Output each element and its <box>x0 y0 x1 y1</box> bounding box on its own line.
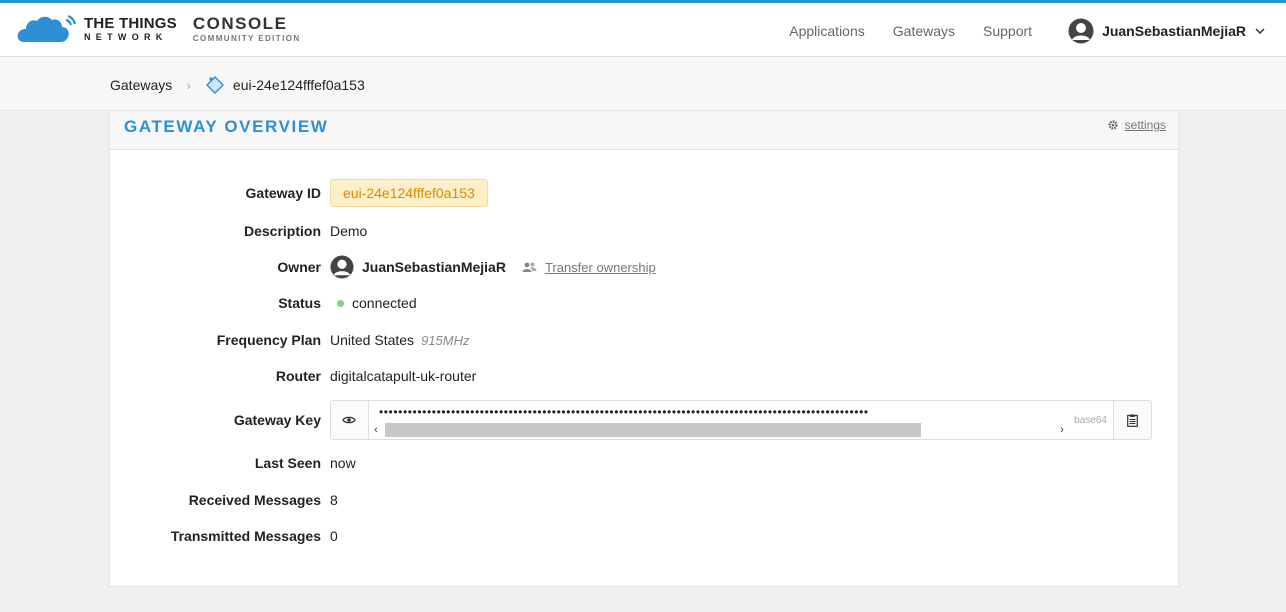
show-key-button[interactable] <box>331 401 369 439</box>
transmitted-messages-label: Transmitted Messages <box>170 528 321 544</box>
router-label: Router <box>275 368 321 384</box>
router-value: digitalcatapult-uk-router <box>330 368 477 384</box>
brand-line-2: NETWORK <box>84 32 168 42</box>
user-name: JuanSebastianMejiaR <box>1102 23 1246 39</box>
status-value: connected <box>352 295 417 311</box>
copy-key-button[interactable] <box>1113 401 1151 439</box>
gateway-id-label: Gateway ID <box>245 185 321 201</box>
scroll-thumb[interactable] <box>384 423 921 437</box>
chevron-down-icon <box>1255 28 1265 35</box>
gateway-key-field[interactable]: ••••••••••••••••••••••••••••••••••••••••… <box>368 401 1069 439</box>
gateway-key-label: Gateway Key <box>233 412 321 428</box>
row-last-seen: Last Seen now <box>110 451 1178 475</box>
ttn-logo[interactable]: THE THINGS NETWORK CONSOLE COMMUNITY EDI… <box>16 13 301 45</box>
breadcrumb-current: eui-24e124fffef0a153 <box>232 77 365 93</box>
key-format-label[interactable]: base64 <box>1068 401 1114 439</box>
row-received-messages: Received Messages 8 <box>110 488 1178 512</box>
settings-link[interactable]: settings <box>1107 118 1166 132</box>
eye-icon <box>342 416 357 424</box>
frequency-plan-value: United States <box>330 332 415 348</box>
row-gateway-id: Gateway ID eui-24e124fffef0a153 <box>110 179 1178 207</box>
gateway-overview-panel: GATEWAY OVERVIEW settings Gateway ID eui… <box>109 111 1179 587</box>
row-owner: Owner JuanSebastianMejiaR Transfer owner… <box>110 255 1178 279</box>
scroll-track[interactable] <box>383 423 1055 437</box>
owner-label: Owner <box>277 259 321 275</box>
transmitted-messages-value: 0 <box>330 528 338 544</box>
row-transmitted-messages: Transmitted Messages 0 <box>110 524 1178 548</box>
transfer-ownership-link[interactable]: Transfer ownership <box>522 260 656 275</box>
gateway-icon <box>205 76 224 94</box>
gateway-key-box: ••••••••••••••••••••••••••••••••••••••••… <box>330 400 1152 440</box>
owner-name: JuanSebastianMejiaR <box>362 259 506 275</box>
row-router: Router digitalcatapult-uk-router <box>110 364 1178 388</box>
console-edition: COMMUNITY EDITION <box>192 34 301 43</box>
chevron-right-icon: › <box>186 77 191 93</box>
received-messages-value: 8 <box>330 492 338 508</box>
brand-line-1: THE THINGS <box>84 15 177 32</box>
nav-gateways[interactable]: Gateways <box>893 23 955 39</box>
breadcrumb-gateways[interactable]: Gateways <box>110 77 172 93</box>
row-status: Status connected <box>110 291 1178 315</box>
nav-applications[interactable]: Applications <box>789 23 865 39</box>
description-value: Demo <box>330 223 368 239</box>
panel-header: GATEWAY OVERVIEW settings <box>110 111 1178 150</box>
top-header: THE THINGS NETWORK CONSOLE COMMUNITY EDI… <box>0 0 1286 57</box>
row-description: Description Demo <box>110 219 1178 243</box>
last-seen-label: Last Seen <box>254 455 321 471</box>
received-messages-label: Received Messages <box>188 492 321 508</box>
status-dot-icon <box>337 299 344 307</box>
scroll-right-icon[interactable]: › <box>1055 424 1068 436</box>
panel-title: GATEWAY OVERVIEW <box>124 117 329 136</box>
breadcrumb: Gateways › eui-24e124fffef0a153 <box>110 75 365 95</box>
nav-support[interactable]: Support <box>983 23 1032 39</box>
clipboard-icon <box>1127 414 1138 427</box>
gateway-id-badge[interactable]: eui-24e124fffef0a153 <box>330 179 488 207</box>
scroll-left-icon[interactable]: ‹ <box>369 424 383 436</box>
user-menu[interactable]: JuanSebastianMejiaR <box>1068 18 1266 44</box>
transfer-ownership-label: Transfer ownership <box>544 259 656 275</box>
frequency-plan-label: Frequency Plan <box>216 332 321 348</box>
users-icon <box>522 262 537 272</box>
key-scrollbar[interactable]: ‹ › <box>369 423 1068 437</box>
row-frequency-plan: Frequency Plan United States 915MHz <box>110 328 1178 352</box>
user-avatar-icon <box>1068 18 1094 44</box>
cloud-logo-icon <box>17 14 76 42</box>
owner-avatar-icon <box>330 255 354 279</box>
description-label: Description <box>243 223 321 239</box>
frequency-mhz: 915MHz <box>421 332 470 348</box>
gear-icon <box>1108 120 1118 130</box>
last-seen-value: now <box>330 455 356 471</box>
console-title: CONSOLE <box>192 14 288 33</box>
settings-label: settings <box>1124 118 1166 132</box>
gateway-key-masked: ••••••••••••••••••••••••••••••••••••••••… <box>378 405 869 419</box>
breadcrumb-bar: Gateways › eui-24e124fffef0a153 <box>0 57 1286 111</box>
main-nav: Applications Gateways Support JuanSebast… <box>789 18 1286 44</box>
status-label: Status <box>278 295 321 311</box>
